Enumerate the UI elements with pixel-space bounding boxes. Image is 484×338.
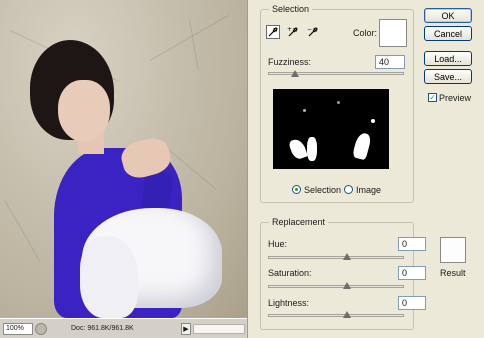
horizontal-scrollbar[interactable] [193, 323, 245, 334]
saturation-label: Saturation: [268, 268, 312, 278]
selection-preview[interactable] [273, 89, 389, 169]
result-label: Result [440, 268, 466, 278]
eyedropper-plus-icon[interactable]: + [286, 25, 300, 39]
mask-highlight [288, 137, 308, 161]
app-window: 100% Doc: 961.8K/961.8K ▶ Selection + − … [0, 0, 484, 338]
mask-highlight [371, 119, 375, 123]
preview-checkbox[interactable]: ✓ [428, 93, 437, 102]
marble-texture [4, 200, 40, 262]
hue-label: Hue: [268, 239, 288, 249]
zoom-menu-icon[interactable] [35, 322, 47, 335]
lightness-input[interactable]: 0 [398, 296, 426, 310]
hue-slider-track[interactable] [268, 256, 404, 259]
photo-scarf [80, 236, 138, 318]
preview-label: Preview [439, 93, 472, 103]
hue-slider-thumb[interactable] [343, 253, 351, 260]
svg-text:+: + [287, 26, 292, 33]
saturation-slider-thumb[interactable] [343, 282, 351, 289]
mask-highlight [351, 131, 373, 161]
lightness-label: Lightness: [268, 298, 310, 308]
fuzziness-input[interactable]: 40 [375, 55, 405, 69]
svg-text:−: − [307, 26, 312, 33]
result-color-swatch[interactable] [440, 237, 466, 263]
saturation-slider-track[interactable] [268, 285, 404, 288]
photo-face [58, 80, 110, 142]
mask-highlight [303, 109, 306, 112]
selection-mode-radio[interactable] [292, 185, 301, 194]
doc-size-info: Doc: 961.8K/961.8K [71, 325, 134, 332]
selection-mode-label: Selection [304, 185, 342, 195]
fuzziness-slider-thumb[interactable] [291, 70, 300, 77]
status-bar: 100% Doc: 961.8K/961.8K ▶ [0, 318, 247, 338]
hue-input[interactable]: 0 [398, 237, 426, 251]
mask-highlight [307, 137, 317, 161]
lightness-slider-thumb[interactable] [343, 311, 351, 318]
load-button[interactable]: Load... [424, 51, 472, 66]
saturation-input[interactable]: 0 [398, 266, 426, 280]
marble-texture [189, 20, 199, 70]
replace-color-dialog: Selection + − Color: Fuzziness: 40 Selec… [247, 0, 484, 338]
color-label: Color: [353, 28, 378, 38]
cancel-button[interactable]: Cancel [424, 26, 472, 41]
replacement-group-title: Replacement [269, 217, 329, 227]
image-mode-label: Image [356, 185, 382, 195]
eyedropper-icon[interactable] [266, 25, 280, 39]
mask-highlight [337, 101, 340, 104]
selection-group-title: Selection [269, 4, 313, 14]
save-button[interactable]: Save... [424, 69, 472, 84]
fuzziness-label: Fuzziness: [268, 57, 312, 67]
status-menu-arrow-icon[interactable]: ▶ [181, 322, 191, 335]
image-mode-radio[interactable] [344, 185, 353, 194]
eyedropper-minus-icon[interactable]: − [306, 25, 320, 39]
ok-button[interactable]: OK [424, 8, 472, 23]
image-canvas[interactable] [0, 0, 247, 318]
selection-color-swatch[interactable] [379, 19, 407, 47]
fuzziness-slider-track[interactable] [268, 72, 404, 75]
lightness-slider-track[interactable] [268, 314, 404, 317]
zoom-level-field[interactable]: 100% [3, 322, 33, 335]
